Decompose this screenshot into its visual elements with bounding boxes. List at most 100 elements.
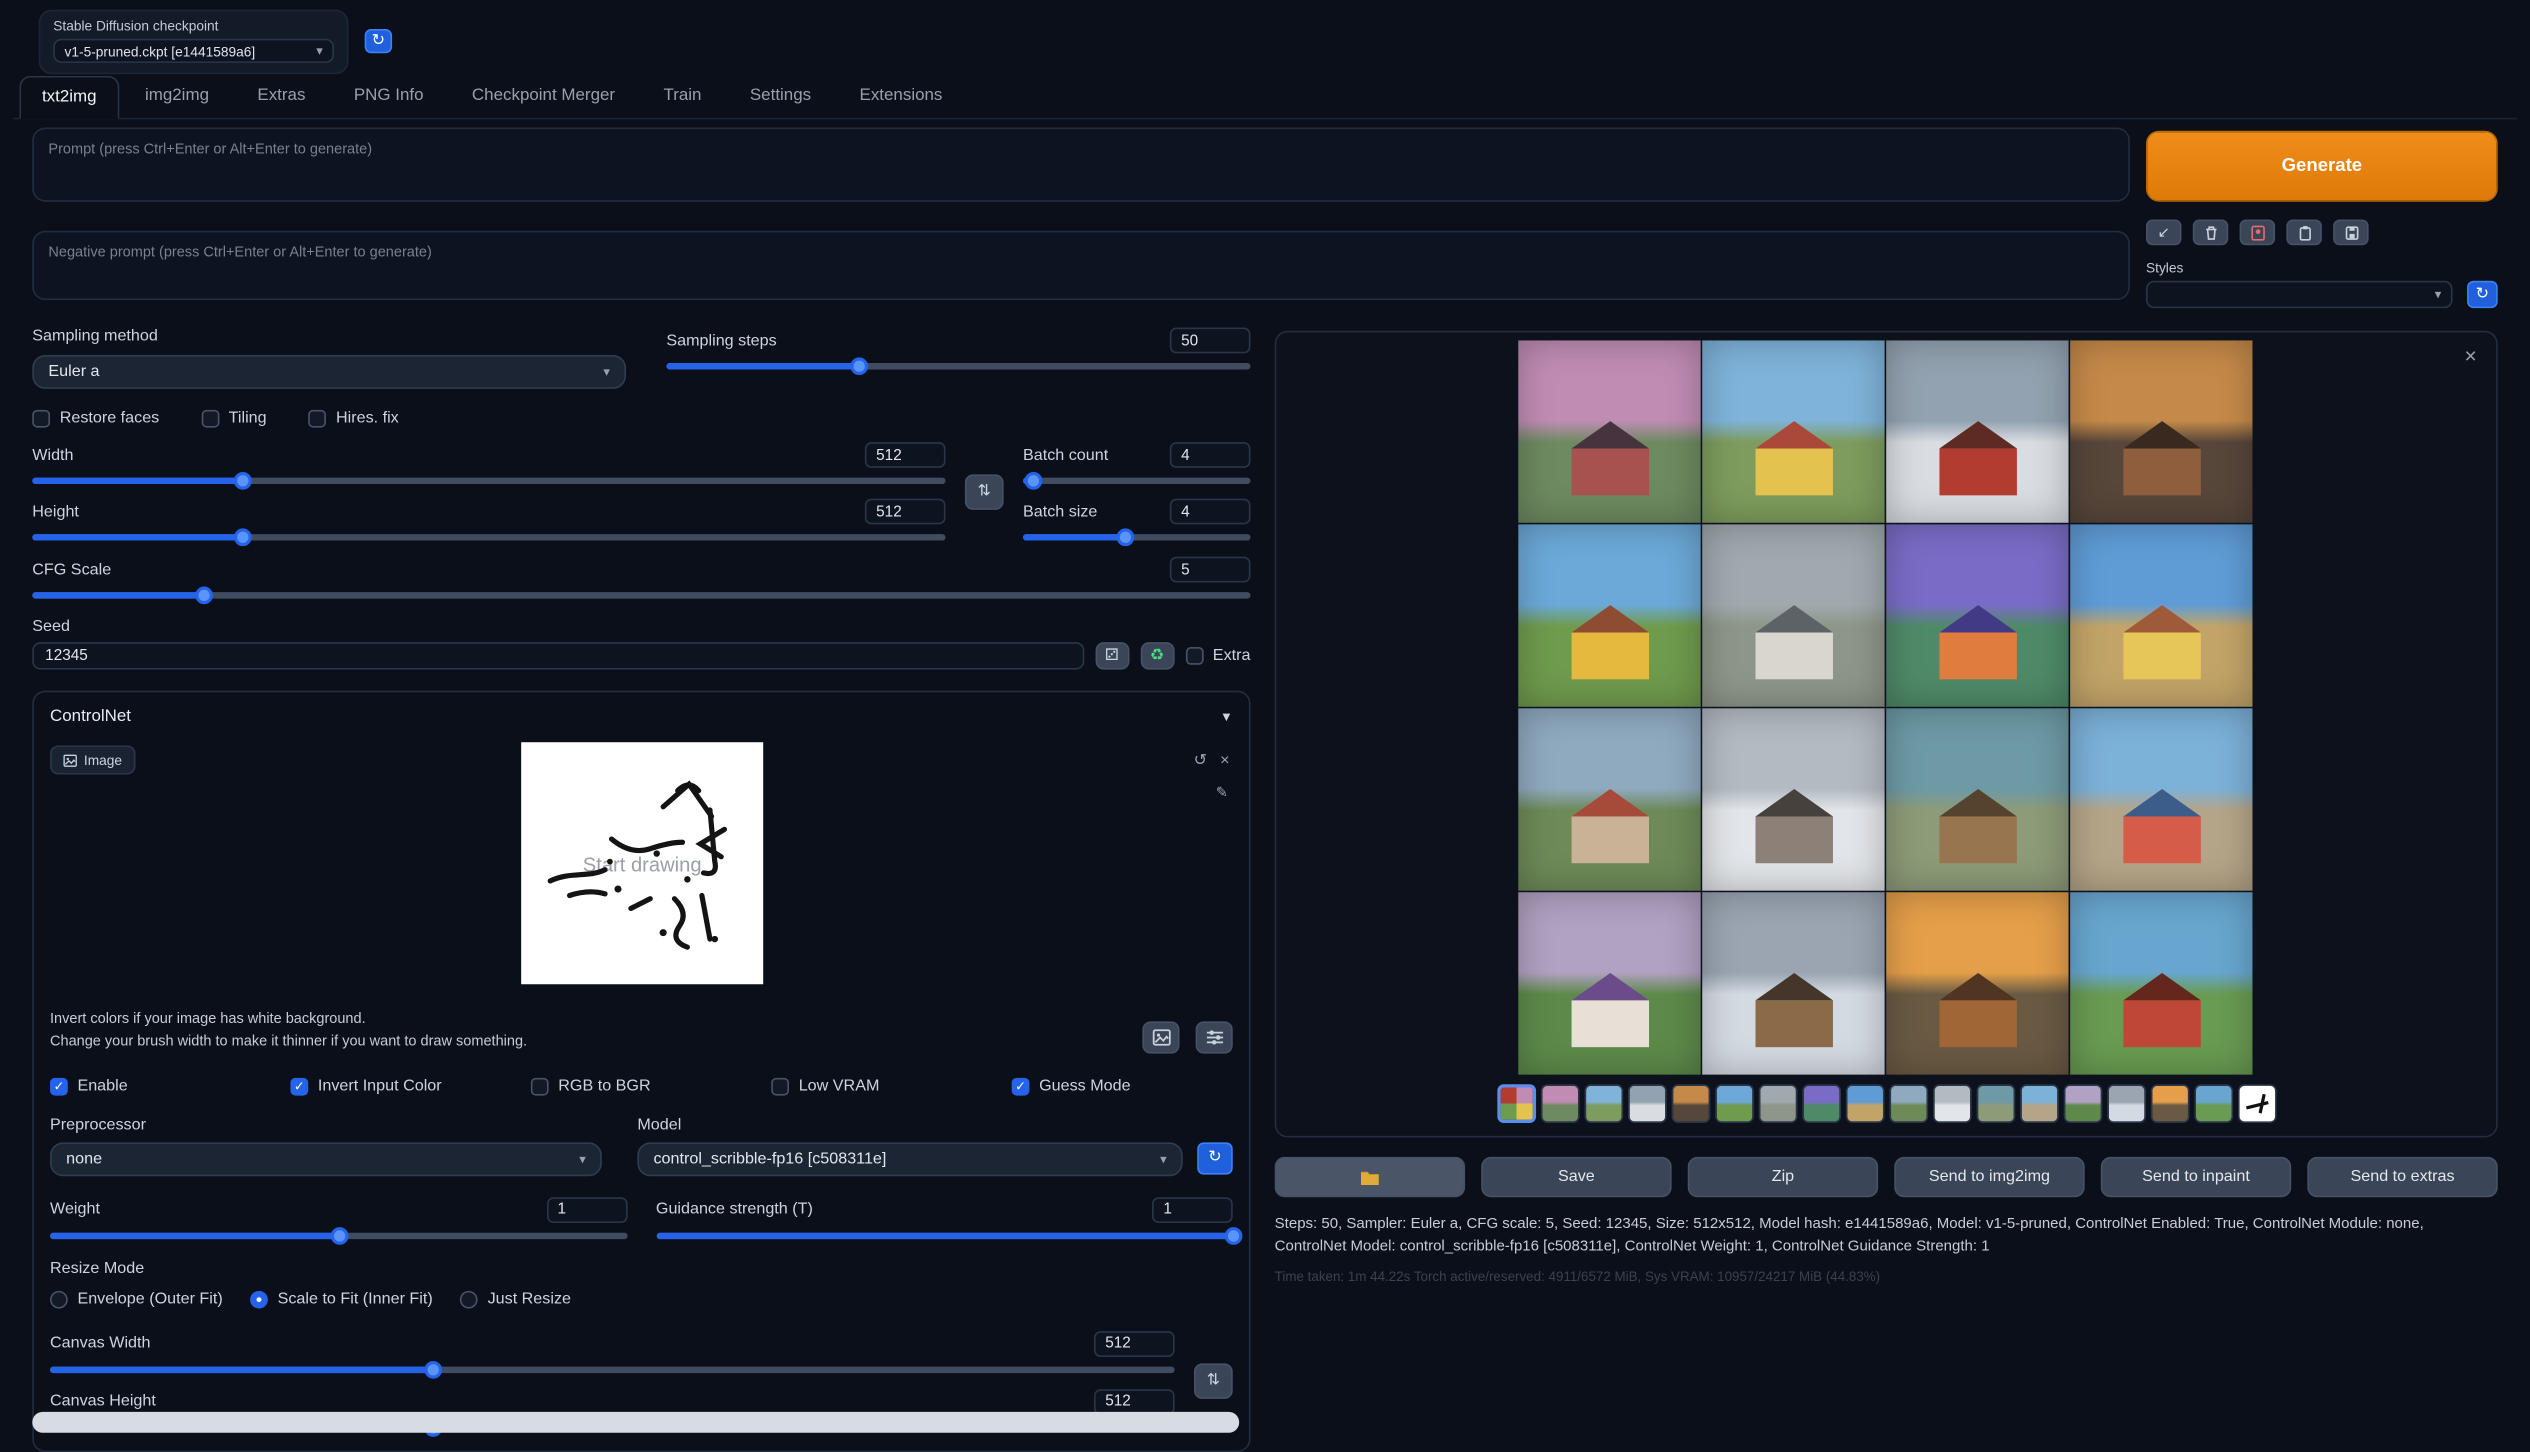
slider-track[interactable] [1023, 478, 1251, 484]
tab-settings[interactable]: Settings [727, 74, 833, 118]
checkbox-extra[interactable]: Extra [1185, 647, 1250, 665]
swap-canvas-dimensions-button[interactable]: ⇅ [1194, 1363, 1233, 1398]
slider-track[interactable] [32, 478, 945, 484]
read-params-button[interactable]: ↙ [2146, 219, 2181, 245]
slider-track[interactable] [1023, 534, 1251, 540]
slider-track[interactable] [50, 1366, 1175, 1372]
gallery-image-10[interactable] [1701, 708, 1883, 890]
thumbnail-5[interactable] [1714, 1084, 1753, 1123]
gallery-image-8[interactable] [2069, 524, 2251, 706]
scribble-canvas[interactable]: Start drawing [520, 742, 762, 984]
random-seed-button[interactable]: ⚂ [1095, 642, 1129, 669]
generate-button[interactable]: Generate [2146, 131, 2498, 202]
gallery-image-13[interactable] [1518, 892, 1700, 1074]
swap-dimensions-button[interactable]: ⇅ [965, 474, 1004, 509]
checkbox-guess-mode[interactable]: Guess Mode [1012, 1077, 1131, 1095]
slider-track[interactable] [50, 1232, 627, 1238]
thumbnail-15[interactable] [2150, 1084, 2189, 1123]
tab-train[interactable]: Train [641, 74, 724, 118]
thumbnail-1[interactable] [1540, 1084, 1579, 1123]
send-to-img2img-button[interactable]: Send to img2img [1894, 1157, 2084, 1197]
gallery-image-16[interactable] [2069, 892, 2251, 1074]
image-tab[interactable]: Image [50, 745, 135, 774]
sampling-method-select[interactable]: Euler a ▾ [32, 355, 626, 389]
open-folder-button[interactable] [1275, 1157, 1465, 1197]
negative-prompt-input[interactable] [32, 231, 2130, 300]
gallery-image-12[interactable] [2069, 708, 2251, 890]
save-button[interactable]: Save [1481, 1157, 1671, 1197]
slider-handle[interactable] [195, 587, 213, 605]
guidance-strength-input[interactable] [1152, 1197, 1233, 1223]
radio-envelope-outer-fit-[interactable]: Envelope (Outer Fit) [50, 1290, 223, 1308]
tab-png-info[interactable]: PNG Info [331, 74, 446, 118]
gallery-image-3[interactable] [1885, 340, 2067, 522]
gallery-image-6[interactable] [1701, 524, 1883, 706]
sampling-steps-input[interactable] [1170, 328, 1251, 354]
thumbnail-14[interactable] [2106, 1084, 2145, 1123]
slider-handle[interactable] [1024, 472, 1042, 490]
checkbox-tiling[interactable]: Tiling [201, 410, 266, 428]
slider-handle[interactable] [234, 528, 252, 546]
refresh-styles-button[interactable]: ↻ [2467, 281, 2498, 308]
radio-just-resize[interactable]: Just Resize [460, 1290, 571, 1308]
controlnet-header[interactable]: ControlNet ▼ [50, 707, 1233, 726]
thumbnail-grid[interactable] [1497, 1084, 1536, 1123]
preprocessor-select[interactable]: none ▾ [50, 1142, 602, 1176]
send-to-extras-button[interactable]: Send to extras [2307, 1157, 2497, 1197]
new-canvas-button[interactable] [1142, 1021, 1179, 1053]
apply-style-button[interactable] [2286, 219, 2321, 245]
thumbnail-10[interactable] [1932, 1084, 1971, 1123]
thumbnail-16[interactable] [2194, 1084, 2233, 1123]
thumbnail-6[interactable] [1758, 1084, 1797, 1123]
gallery-image-7[interactable] [1885, 524, 2067, 706]
checkbox-invert-input-color[interactable]: Invert Input Color [290, 1077, 530, 1095]
batch-size-input[interactable] [1170, 499, 1251, 525]
tab-txt2img[interactable]: txt2img [19, 76, 119, 120]
slider-track[interactable] [666, 363, 1250, 369]
thumbnail-13[interactable] [2063, 1084, 2102, 1123]
zip-button[interactable]: Zip [1688, 1157, 1878, 1197]
save-style-button[interactable] [2333, 219, 2368, 245]
reuse-seed-button[interactable]: ♻ [1140, 642, 1174, 669]
thumbnail-7[interactable] [1801, 1084, 1840, 1123]
prompt-input[interactable] [32, 127, 2130, 201]
slider-track[interactable] [32, 534, 945, 540]
thumbnail-9[interactable] [1889, 1084, 1928, 1123]
thumbnail-4[interactable] [1671, 1084, 1710, 1123]
checkpoint-select[interactable]: v1-5-pruned.ckpt [e1441589a6] ▾ [53, 39, 334, 63]
batch-count-input[interactable] [1170, 442, 1251, 468]
slider-handle[interactable] [1117, 528, 1135, 546]
brush-icon[interactable]: ✎ [1216, 784, 1228, 800]
checkbox-hires-fix[interactable]: Hires. fix [309, 410, 399, 428]
thumbnail-3[interactable] [1627, 1084, 1666, 1123]
close-icon[interactable]: × [1220, 752, 1229, 770]
extra-networks-button[interactable] [2240, 219, 2275, 245]
gallery-image-2[interactable] [1701, 340, 1883, 522]
gallery-image-11[interactable] [1885, 708, 2067, 890]
slider-handle[interactable] [424, 1361, 442, 1379]
refresh-checkpoints-button[interactable]: ↻ [365, 29, 392, 53]
close-gallery-icon[interactable]: × [2465, 345, 2477, 366]
slider-handle[interactable] [1225, 1227, 1243, 1245]
thumbnail-8[interactable] [1845, 1084, 1884, 1123]
checkbox-restore-faces[interactable]: Restore faces [32, 410, 159, 428]
slider-track[interactable] [32, 592, 1250, 598]
adjust-sliders-button[interactable] [1196, 1021, 1233, 1053]
gallery-image-9[interactable] [1518, 708, 1700, 890]
slider-handle[interactable] [234, 472, 252, 490]
gallery-image-4[interactable] [2069, 340, 2251, 522]
gallery-image-15[interactable] [1885, 892, 2067, 1074]
radio-scale-to-fit-inner-fit-[interactable]: Scale to Fit (Inner Fit) [250, 1290, 433, 1308]
canvas-height-input[interactable] [1094, 1389, 1175, 1415]
send-to-inpaint-button[interactable]: Send to inpaint [2101, 1157, 2291, 1197]
seed-input[interactable] [32, 642, 1083, 669]
checkbox-rgb-to-bgr[interactable]: RGB to BGR [531, 1077, 771, 1095]
undo-icon[interactable]: ↺ [1194, 752, 1208, 770]
thumbnail-2[interactable] [1584, 1084, 1623, 1123]
slider-track[interactable] [656, 1232, 1233, 1238]
slider-handle[interactable] [851, 357, 869, 375]
weight-input[interactable] [546, 1197, 627, 1223]
height-input[interactable] [865, 499, 946, 525]
gallery-image-1[interactable] [1518, 340, 1700, 522]
tab-img2img[interactable]: img2img [122, 74, 231, 118]
